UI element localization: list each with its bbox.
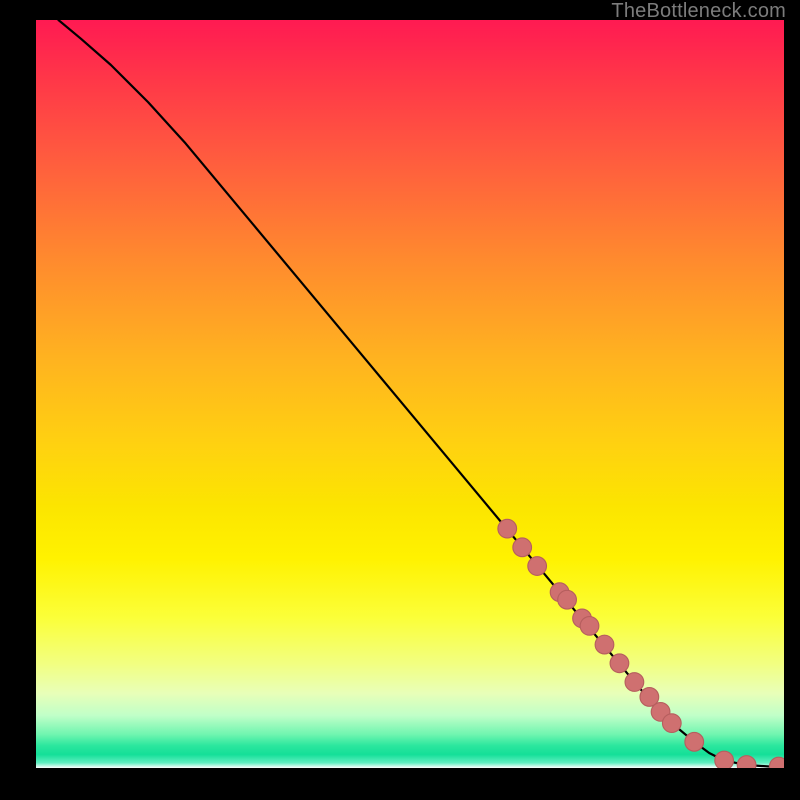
highlight-marker	[715, 751, 734, 768]
attribution-text: TheBottleneck.com	[611, 0, 786, 23]
highlight-marker	[662, 714, 681, 733]
highlight-marker	[595, 635, 614, 654]
highlight-marker	[685, 732, 704, 751]
curve-path	[58, 20, 784, 767]
highlight-marker	[558, 590, 577, 609]
plot-svg	[36, 20, 784, 768]
highlight-marker	[528, 557, 547, 576]
plot-area	[36, 20, 784, 768]
highlight-marker	[498, 519, 517, 538]
highlight-marker	[513, 538, 532, 557]
chart-stage: TheBottleneck.com	[0, 0, 800, 800]
highlight-marker	[580, 617, 599, 636]
highlight-marker	[769, 757, 784, 768]
highlight-marker	[610, 654, 629, 673]
highlight-marker	[737, 756, 756, 768]
highlight-marker	[625, 673, 644, 692]
